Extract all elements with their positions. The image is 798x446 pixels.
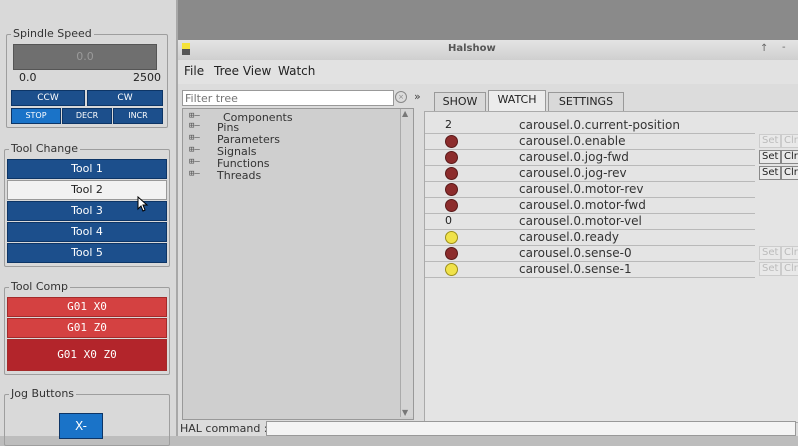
app-icon	[182, 43, 190, 55]
tool-1-button[interactable]: Tool 1	[7, 159, 167, 179]
menu-watch[interactable]: Watch	[278, 64, 315, 78]
tree-pane: ⊞— Components ⊞— Pins ⊞— Parameters ⊞— S…	[182, 108, 414, 420]
decr-button[interactable]: DECR	[62, 108, 112, 124]
watch-pane: 2 carousel.0.current-position carousel.0…	[424, 111, 798, 423]
incr-button[interactable]: INCR	[113, 108, 163, 124]
hal-command-input[interactable]	[266, 421, 796, 436]
clear-filter-icon[interactable]: ×	[395, 91, 407, 103]
watch-signal-name: carousel.0.motor-fwd	[519, 198, 646, 212]
led-on-icon	[445, 231, 458, 244]
menu-tree-view[interactable]: Tree View	[214, 64, 271, 78]
tree-scrollbar[interactable]: ▲ ▼	[400, 109, 413, 417]
cw-button[interactable]: CW	[87, 90, 163, 106]
watch-row: carousel.0.enable	[425, 133, 755, 150]
tab-settings[interactable]: SETTINGS	[548, 92, 624, 112]
led-off-icon	[445, 183, 458, 196]
background-strip	[178, 0, 798, 40]
tool-change-legend: Tool Change	[9, 142, 80, 155]
watch-signal-name: carousel.0.ready	[519, 230, 619, 244]
watch-signal-name: carousel.0.motor-rev	[519, 182, 644, 196]
led-on-icon	[445, 263, 458, 276]
watch-value: 2	[445, 118, 452, 131]
window-title: Halshow	[448, 43, 496, 54]
jog-buttons-group: Jog Buttons X-	[4, 387, 170, 446]
tree-expand-icon[interactable]: ⊞—	[189, 169, 200, 179]
spindle-max-label: 2500	[133, 71, 161, 84]
tool-comp-legend: Tool Comp	[9, 280, 70, 293]
tree-expand-icon[interactable]: ⊞—	[189, 145, 200, 155]
watch-signal-name: carousel.0.sense-1	[519, 262, 632, 276]
spindle-speed-legend: Spindle Speed	[11, 27, 94, 40]
halshow-window: Halshow ↑ - File Tree View Watch × » ⊞— …	[178, 40, 798, 436]
tab-watch[interactable]: WATCH	[488, 90, 546, 112]
watch-signal-name: carousel.0.sense-0	[519, 246, 632, 260]
spindle-speed-display: 0.0	[13, 44, 157, 70]
scroll-down-icon[interactable]: ▼	[402, 408, 408, 417]
watch-row: carousel.0.motor-fwd	[425, 197, 755, 214]
maximize-icon[interactable]: ↑	[760, 43, 768, 54]
watch-signal-name: carousel.0.jog-rev	[519, 166, 627, 180]
led-off-icon	[445, 135, 458, 148]
tool-change-group: Tool Change Tool 1 Tool 2 Tool 3 Tool 4 …	[4, 142, 170, 267]
left-control-panel: Spindle Speed 0.0 0.0 2500 CCW CW STOP D…	[0, 0, 178, 446]
hal-command-label: HAL command :	[180, 422, 268, 435]
watch-row: 0 carousel.0.motor-vel	[425, 213, 755, 230]
tree-item-threads[interactable]: Threads	[217, 169, 261, 182]
watch-signal-name: carousel.0.motor-vel	[519, 214, 642, 228]
jog-buttons-legend: Jog Buttons	[9, 387, 77, 400]
scroll-up-icon[interactable]: ▲	[402, 109, 408, 118]
led-off-icon	[445, 199, 458, 212]
tool-comp-group: Tool Comp G01 X0 G01 Z0 G01 X0 Z0	[4, 280, 170, 375]
title-bar: Halshow ↑ -	[178, 40, 798, 61]
watch-signal-name: carousel.0.jog-fwd	[519, 150, 629, 164]
mouse-cursor-icon	[137, 196, 149, 212]
tool-5-button[interactable]: Tool 5	[7, 243, 167, 263]
watch-value: 0	[445, 214, 452, 227]
set-button[interactable]: Set	[759, 150, 782, 164]
spindle-min-label: 0.0	[19, 71, 37, 84]
jog-x-minus-button[interactable]: X-	[59, 413, 103, 439]
minimize-icon[interactable]: -	[782, 42, 786, 53]
clr-button: Clr	[781, 246, 798, 260]
ccw-button[interactable]: CCW	[11, 90, 85, 106]
g01-x0-z0-button[interactable]: G01 X0 Z0	[7, 339, 167, 371]
watch-row: carousel.0.motor-rev	[425, 181, 755, 198]
g01-z0-button[interactable]: G01 Z0	[7, 318, 167, 338]
set-button: Set	[759, 134, 782, 148]
set-button: Set	[759, 246, 782, 260]
clr-button: Clr	[781, 262, 798, 276]
collapse-arrow-icon[interactable]: »	[414, 90, 421, 103]
watch-row: carousel.0.jog-fwd	[425, 149, 755, 166]
tree-expand-icon[interactable]: ⊞—	[189, 121, 200, 131]
g01-x0-button[interactable]: G01 X0	[7, 297, 167, 317]
watch-row: carousel.0.ready	[425, 229, 755, 246]
led-off-icon	[445, 167, 458, 180]
set-button: Set	[759, 262, 782, 276]
menu-bar: File Tree View Watch	[178, 60, 798, 84]
clr-button[interactable]: Clr	[781, 166, 798, 180]
clr-button[interactable]: Clr	[781, 150, 798, 164]
led-off-icon	[445, 247, 458, 260]
watch-row: carousel.0.sense-1	[425, 261, 755, 278]
filter-tree-input[interactable]	[182, 90, 394, 106]
stop-button[interactable]: STOP	[11, 108, 61, 124]
spindle-speed-group: Spindle Speed 0.0 0.0 2500 CCW CW STOP D…	[6, 27, 168, 128]
clr-button: Clr	[781, 134, 798, 148]
watch-signal-name: carousel.0.enable	[519, 134, 626, 148]
watch-row: carousel.0.sense-0	[425, 245, 755, 262]
watch-signal-name: carousel.0.current-position	[519, 118, 680, 132]
watch-row: carousel.0.jog-rev	[425, 165, 755, 182]
tree-expand-icon[interactable]: ⊞—	[189, 157, 200, 167]
tree-expand-icon[interactable]: ⊞—	[189, 111, 200, 121]
tab-show[interactable]: SHOW	[434, 92, 486, 112]
set-button[interactable]: Set	[759, 166, 782, 180]
led-off-icon	[445, 151, 458, 164]
watch-row: 2 carousel.0.current-position	[425, 117, 755, 134]
tree-expand-icon[interactable]: ⊞—	[189, 133, 200, 143]
menu-file[interactable]: File	[184, 64, 204, 78]
tool-4-button[interactable]: Tool 4	[7, 222, 167, 242]
